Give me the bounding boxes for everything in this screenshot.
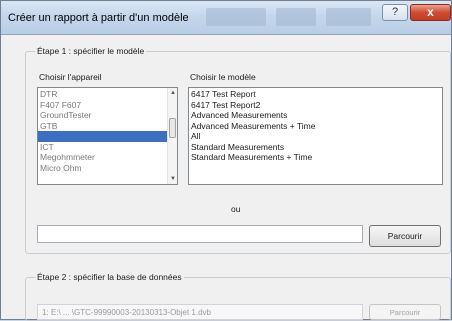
device-list-item[interactable]: F407 F607 <box>38 100 177 111</box>
device-scrollbar[interactable]: ▲ ▼ <box>167 88 177 184</box>
chevron-up-icon[interactable]: ▲ <box>169 89 177 97</box>
model-list-item[interactable]: 6417 Test Report <box>189 89 442 100</box>
device-list: DTR F407 F607 GroundTester GTB GTC ICT Megohmm… <box>38 88 177 173</box>
blurred-background <box>326 8 371 26</box>
blurred-background <box>276 8 316 26</box>
close-icon: x <box>427 5 434 19</box>
device-list-item[interactable]: GroundTester <box>38 110 177 121</box>
device-list-item[interactable]: GTB <box>38 121 177 132</box>
database-path-field[interactable]: 1: E:\ ... \GTC-99990003-20130313-Objet … <box>37 304 363 320</box>
device-list-item[interactable]: GTC <box>38 131 177 142</box>
model-list-item[interactable]: Advanced Measurements <box>189 110 442 121</box>
close-button[interactable]: x <box>410 4 451 21</box>
model-list-item[interactable]: Standard Measurements <box>189 142 442 153</box>
browse-database-button[interactable]: Parcourir <box>369 304 441 320</box>
device-list-item[interactable]: DTR <box>38 89 177 100</box>
template-file-field[interactable] <box>37 225 363 243</box>
create-report-dialog: Créer un rapport à partir d'un modèle ? … <box>0 0 452 321</box>
model-list: 6417 Test Report 6417 Test Report2 Advance… <box>189 88 442 163</box>
device-listbox[interactable]: DTR F407 F607 GroundTester GTB GTC ICT Megohmm… <box>37 87 178 185</box>
step1-legend: Étape 1 : spécifier le modèle <box>35 46 147 56</box>
model-label: Choisir le modèle <box>190 72 256 82</box>
chevron-down-icon[interactable]: ▼ <box>169 175 177 183</box>
model-list-item[interactable]: 6417 Test Report2 <box>189 100 442 111</box>
model-listbox[interactable]: 6417 Test Report 6417 Test Report2 Advance… <box>188 87 443 185</box>
device-list-item[interactable]: ICT <box>38 142 177 153</box>
device-list-item[interactable]: Micro Ohm <box>38 163 177 174</box>
browse-template-button[interactable]: Parcourir <box>369 225 441 247</box>
scrollbar-thumb[interactable] <box>169 118 176 138</box>
or-label: ou <box>231 204 241 214</box>
device-label: Choisir l'appareil <box>39 72 102 82</box>
blurred-background <box>206 8 266 26</box>
dialog-title: Créer un rapport à partir d'un modèle <box>8 12 189 24</box>
help-button[interactable]: ? <box>382 4 408 21</box>
model-list-item[interactable]: Standard Measurements + Time <box>189 152 442 163</box>
device-list-item[interactable]: Megohmmeter <box>38 152 177 163</box>
model-list-item[interactable]: Advanced Measurements + Time <box>189 121 442 132</box>
title-bar[interactable]: Créer un rapport à partir d'un modèle ? … <box>1 1 451 35</box>
help-icon: ? <box>391 6 399 18</box>
model-list-item[interactable]: All <box>189 131 442 142</box>
step2-legend: Étape 2 : spécifier la base de données <box>35 272 184 282</box>
